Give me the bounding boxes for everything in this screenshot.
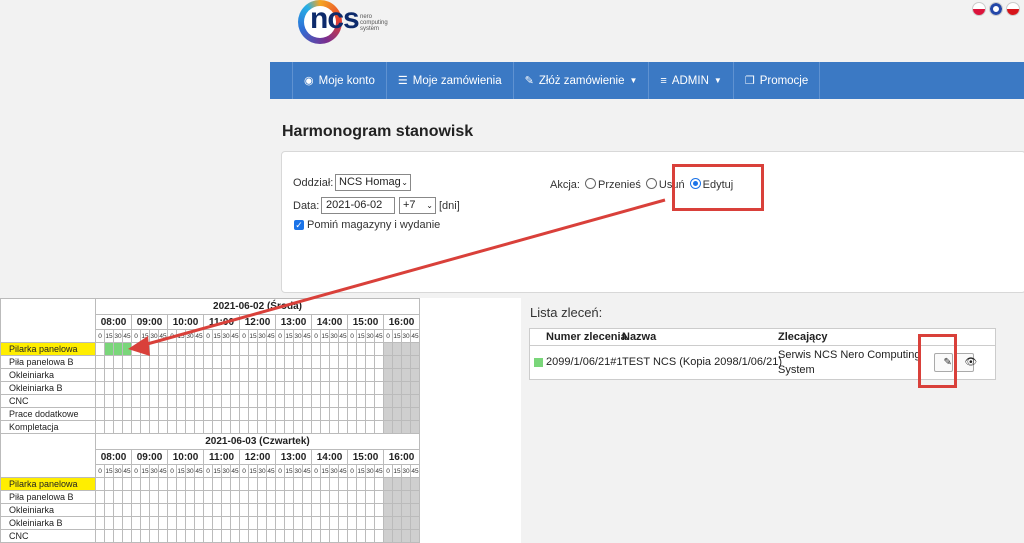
arrow-line bbox=[139, 198, 666, 348]
annotation-arrow bbox=[128, 198, 666, 356]
arrow-head-icon bbox=[128, 336, 150, 356]
